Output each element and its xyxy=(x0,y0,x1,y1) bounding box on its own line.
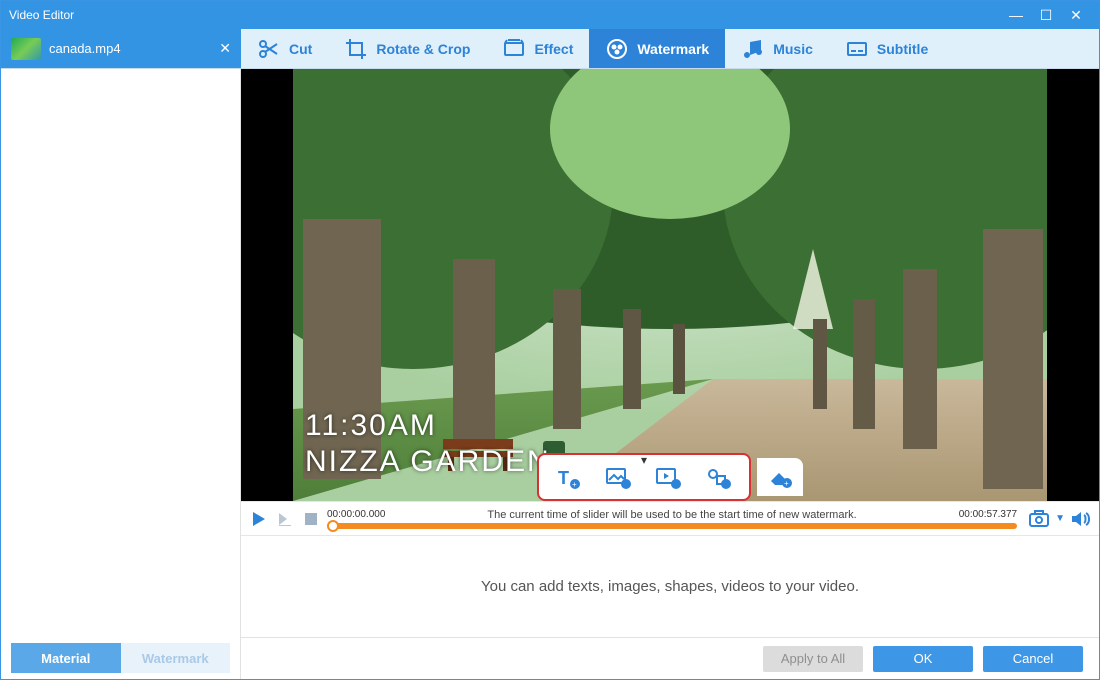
music-icon xyxy=(741,37,765,61)
sidebar-tab-label: Watermark xyxy=(142,651,209,666)
tool-label: Cut xyxy=(289,41,312,57)
titlebar: Video Editor ― ☐ ✕ xyxy=(1,1,1099,29)
cancel-button[interactable]: Cancel xyxy=(983,646,1083,672)
playback-bar: 00:00:00.000 The current time of slider … xyxy=(241,501,1099,535)
subtitle-icon xyxy=(845,37,869,61)
timeline-slider[interactable] xyxy=(327,523,1017,529)
timeline-track-wrap: 00:00:00.000 The current time of slider … xyxy=(327,509,1017,529)
minimize-button[interactable]: ― xyxy=(1001,7,1031,23)
eraser-watermark-button[interactable]: + xyxy=(757,458,803,496)
top-row: canada.mp4 ✕ Cut Rotate & Crop Effect xyxy=(1,29,1099,69)
maximize-button[interactable]: ☐ xyxy=(1031,7,1061,24)
svg-text:+: + xyxy=(673,480,678,489)
svg-text:T: T xyxy=(558,468,569,488)
svg-text:+: + xyxy=(572,480,577,489)
video-stage: 11:30AM NIZZA GARDEN ▾ T+ + xyxy=(241,69,1099,501)
sidebar-tab-material[interactable]: Material xyxy=(11,643,121,673)
tool-label: Watermark xyxy=(637,41,709,57)
tool-label: Rotate & Crop xyxy=(376,41,470,57)
watermark-icon xyxy=(605,37,629,61)
tool-music[interactable]: Music xyxy=(725,29,829,68)
main-area: Material Watermark xyxy=(1,69,1099,679)
watermark-add-toolbar: ▾ T+ + + + xyxy=(537,453,803,501)
file-thumbnail xyxy=(11,38,41,60)
add-text-watermark-button[interactable]: T+ xyxy=(555,465,583,491)
step-button[interactable] xyxy=(275,509,295,529)
file-name: canada.mp4 xyxy=(49,41,211,56)
add-video-watermark-button[interactable]: + xyxy=(655,465,683,491)
add-image-watermark-button[interactable]: + xyxy=(605,465,633,491)
time-end: 00:00:57.377 xyxy=(907,509,1017,521)
snapshot-button[interactable] xyxy=(1029,509,1049,529)
timeline-hint: The current time of slider will be used … xyxy=(437,509,907,521)
svg-text:+: + xyxy=(723,480,728,489)
sidebar: Material Watermark xyxy=(1,69,241,679)
preview-area: 11:30AM NIZZA GARDEN ▾ T+ + xyxy=(241,69,1099,679)
tool-effect[interactable]: Effect xyxy=(486,29,589,68)
tool-subtitle[interactable]: Subtitle xyxy=(829,29,944,68)
video-canvas[interactable]: 11:30AM NIZZA GARDEN ▾ T+ + xyxy=(293,69,1047,501)
footer: Apply to All OK Cancel xyxy=(241,637,1099,679)
tool-cut[interactable]: Cut xyxy=(241,29,328,68)
video-overlay-text: 11:30AM NIZZA GARDEN xyxy=(305,409,551,479)
hint-area: You can add texts, images, shapes, video… xyxy=(241,535,1099,637)
stop-button[interactable] xyxy=(301,509,321,529)
scissors-icon xyxy=(257,37,281,61)
file-tab[interactable]: canada.mp4 ✕ xyxy=(1,29,241,68)
tool-label: Music xyxy=(773,41,813,57)
overlay-time: 11:30AM xyxy=(305,409,551,443)
snapshot-dropdown-icon[interactable]: ▼ xyxy=(1055,513,1065,524)
slider-thumb[interactable] xyxy=(327,520,339,532)
crop-icon xyxy=(344,37,368,61)
close-file-button[interactable]: ✕ xyxy=(219,40,231,57)
add-shape-watermark-button[interactable]: + xyxy=(705,465,733,491)
window-title: Video Editor xyxy=(9,8,1001,22)
overlay-place: NIZZA GARDEN xyxy=(305,445,551,479)
time-start: 00:00:00.000 xyxy=(327,509,437,521)
sidebar-tab-watermark[interactable]: Watermark xyxy=(121,643,231,673)
volume-button[interactable] xyxy=(1071,509,1091,529)
svg-text:+: + xyxy=(623,480,628,489)
app-window: Video Editor ― ☐ ✕ canada.mp4 ✕ Cut Rota… xyxy=(0,0,1100,680)
chevron-down-icon[interactable]: ▾ xyxy=(641,453,647,467)
sidebar-content xyxy=(1,69,240,637)
tool-watermark[interactable]: Watermark xyxy=(589,29,725,68)
tool-label: Effect xyxy=(534,41,573,57)
tool-tabs: Cut Rotate & Crop Effect Watermark xyxy=(241,29,1099,68)
tool-label: Subtitle xyxy=(877,41,928,57)
hint-text: You can add texts, images, shapes, video… xyxy=(481,578,859,595)
effect-icon xyxy=(502,37,526,61)
svg-text:+: + xyxy=(784,479,789,488)
tool-rotate-crop[interactable]: Rotate & Crop xyxy=(328,29,486,68)
sidebar-tabs: Material Watermark xyxy=(11,643,230,673)
play-button[interactable] xyxy=(249,509,269,529)
watermark-add-group: ▾ T+ + + + xyxy=(537,453,751,501)
ok-button[interactable]: OK xyxy=(873,646,973,672)
apply-to-all-button[interactable]: Apply to All xyxy=(763,646,863,672)
sidebar-tab-label: Material xyxy=(41,651,90,666)
close-window-button[interactable]: ✕ xyxy=(1061,7,1091,24)
